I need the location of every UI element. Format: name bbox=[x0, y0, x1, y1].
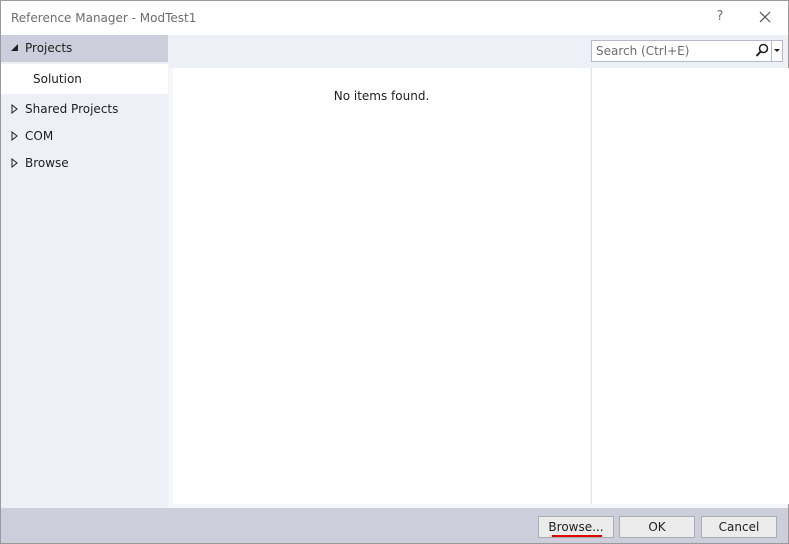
reference-list[interactable]: No items found. bbox=[173, 68, 590, 504]
sidebar-item-browse[interactable]: Browse bbox=[1, 150, 168, 176]
sidebar-item-label: Projects bbox=[25, 41, 73, 55]
ok-button[interactable]: OK bbox=[619, 516, 695, 538]
chevron-down-icon bbox=[774, 49, 780, 52]
search-input[interactable] bbox=[592, 41, 752, 61]
sidebar-item-label: COM bbox=[25, 129, 54, 143]
search-options-dropdown[interactable] bbox=[771, 41, 783, 61]
triangle-expanded-icon bbox=[11, 44, 18, 51]
triangle-collapsed-icon bbox=[11, 158, 18, 168]
highlight-underline bbox=[552, 535, 602, 537]
sidebar-item-label: Browse bbox=[25, 156, 69, 170]
reference-manager-dialog: Reference Manager - ModTest1 ? Projects … bbox=[0, 0, 789, 544]
sidebar-item-solution[interactable]: Solution bbox=[1, 64, 168, 94]
triangle-collapsed-icon bbox=[11, 104, 18, 114]
cancel-button[interactable]: Cancel bbox=[701, 516, 777, 538]
search-box bbox=[591, 40, 783, 62]
browse-button-label: Browse... bbox=[548, 520, 604, 534]
triangle-collapsed-icon bbox=[11, 131, 18, 141]
close-button[interactable] bbox=[753, 6, 777, 28]
close-icon bbox=[759, 11, 771, 23]
sidebar-item-com[interactable]: COM bbox=[1, 123, 168, 149]
question-mark-icon: ? bbox=[716, 9, 724, 24]
sidebar-item-projects[interactable]: Projects bbox=[1, 35, 168, 62]
details-pane bbox=[591, 68, 789, 504]
cancel-button-label: Cancel bbox=[718, 520, 760, 534]
title-bar: Reference Manager - ModTest1 ? bbox=[1, 1, 788, 35]
category-sidebar: Projects Solution Shared Projects COM Br… bbox=[1, 35, 168, 508]
window-title: Reference Manager - ModTest1 bbox=[11, 11, 197, 25]
dialog-footer: Browse... OK Cancel bbox=[1, 508, 788, 543]
help-button[interactable]: ? bbox=[711, 7, 729, 27]
sidebar-item-label: Shared Projects bbox=[25, 102, 119, 116]
empty-list-message: No items found. bbox=[333, 89, 430, 103]
sidebar-item-shared-projects[interactable]: Shared Projects bbox=[1, 96, 168, 122]
browse-button[interactable]: Browse... bbox=[538, 516, 614, 538]
ok-button-label: OK bbox=[648, 520, 666, 534]
sidebar-item-label: Solution bbox=[33, 72, 82, 86]
search-icon[interactable] bbox=[755, 43, 769, 59]
